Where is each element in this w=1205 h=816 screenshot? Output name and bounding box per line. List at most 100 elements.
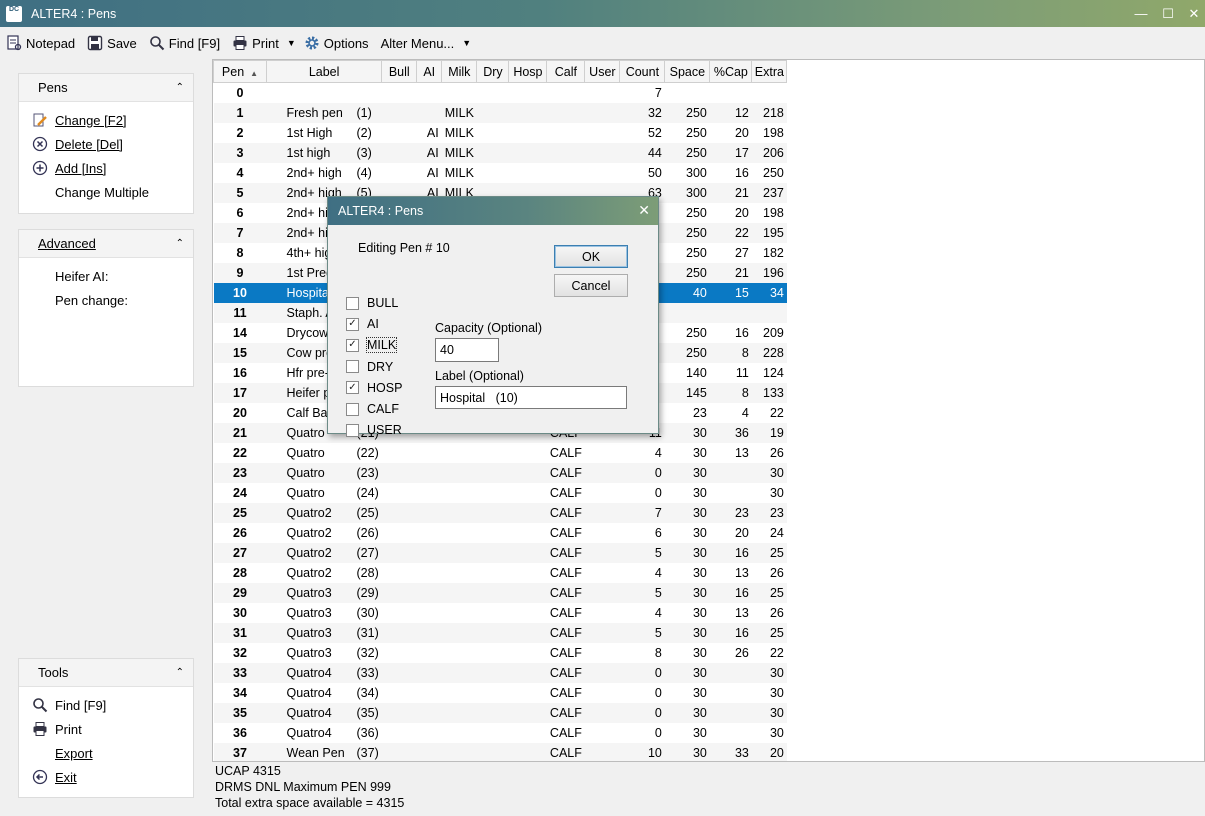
table-row[interactable]: 32 Quatro3 (32) CALF 8 30 26 22 xyxy=(214,643,787,663)
collapse-icon[interactable]: ⌃ xyxy=(176,82,184,93)
table-row[interactable]: 31 Quatro3 (31) CALF 5 30 16 25 xyxy=(213,622,787,643)
column-header-extra[interactable]: Extra xyxy=(751,60,788,83)
tools-print-item[interactable]: Print xyxy=(19,717,193,741)
cell-empty xyxy=(381,582,417,603)
column-header-label: Bull xyxy=(388,64,410,79)
cell-pen: 0 xyxy=(236,85,244,100)
options-button[interactable]: Options xyxy=(304,35,369,51)
table-row[interactable]: 30 Quatro3 (30) CALF 4 30 13 26 xyxy=(214,603,787,623)
column-header-count[interactable]: Count xyxy=(619,60,666,83)
change-pen-item[interactable]: Change [F2] xyxy=(19,108,193,132)
cell-space: 250 xyxy=(686,325,707,340)
cell-empty xyxy=(508,622,547,643)
dialog-close-icon[interactable]: ✕ xyxy=(638,202,650,219)
table-row[interactable]: 24 Quatro (24) CALF 0 30 30 xyxy=(214,483,787,503)
save-button[interactable]: Save xyxy=(87,35,137,51)
print-dropdown-icon[interactable]: ▼ xyxy=(287,38,296,48)
table-row[interactable]: 26 Quatro2 (26) CALF 6 30 20 24 xyxy=(214,523,787,543)
pen-label-number: (26) xyxy=(356,525,379,540)
delete-pen-item[interactable]: Delete [Del] xyxy=(19,132,193,156)
table-row[interactable]: 35 Quatro4 (35) CALF 0 30 30 xyxy=(213,702,787,723)
save-icon xyxy=(87,35,103,51)
status-area: UCAP 4315 DRMS DNL Maximum PEN 999 Total… xyxy=(215,763,404,811)
cell-empty xyxy=(584,502,620,523)
tools-find-item[interactable]: Find [F9] xyxy=(19,693,193,717)
close-icon[interactable]: ✕ xyxy=(1180,0,1205,27)
table-row[interactable]: 37 Wean Pen (37) CALF 10 30 33 20 xyxy=(213,742,787,761)
table-row[interactable]: 4 2nd+ high (4) AI MILK 50 300 16 250 xyxy=(214,163,787,183)
checkbox-bull[interactable]: BULL xyxy=(346,296,398,310)
heifer-ai-item[interactable]: Heifer AI: xyxy=(19,264,193,288)
cell-cap xyxy=(709,462,752,483)
column-header-user[interactable]: User xyxy=(584,60,621,83)
pen-label-number: (36) xyxy=(356,725,379,740)
column-header-space[interactable]: Space xyxy=(664,60,711,83)
add-pen-item[interactable]: Add [Ins] xyxy=(19,156,193,180)
checkbox-label: BULL xyxy=(367,296,399,310)
cell-ai xyxy=(417,443,442,463)
cell-calf: CALF xyxy=(549,445,582,460)
checkbox-user[interactable]: USER xyxy=(346,423,402,437)
column-header-label[interactable]: Label xyxy=(265,60,383,83)
checkbox-ai[interactable]: ✓ AI xyxy=(346,317,379,331)
cell-empty xyxy=(509,483,547,503)
table-row[interactable]: 33 Quatro4 (33) CALF 0 30 30 xyxy=(213,662,787,683)
pens-group-header[interactable]: Pens ⌃ xyxy=(19,74,193,102)
column-header-milk[interactable]: Milk xyxy=(441,60,478,83)
table-row[interactable]: 22 Quatro (22) CALF 4 30 13 26 xyxy=(214,443,787,463)
pen-label-text: Quatro2 xyxy=(286,545,332,560)
table-row[interactable]: 36 Quatro4 (36) CALF 0 30 30 xyxy=(214,723,787,743)
cell-pen: 10 xyxy=(213,282,267,303)
table-row[interactable]: 25 Quatro2 (25) CALF 7 30 23 23 xyxy=(213,502,787,523)
minimize-icon[interactable]: — xyxy=(1127,0,1155,27)
checkbox-dry[interactable]: DRY xyxy=(346,360,393,374)
find-button[interactable]: Find [F9] xyxy=(149,35,220,51)
table-row[interactable]: 29 Quatro3 (29) CALF 5 30 16 25 xyxy=(213,582,787,603)
cell-milk: MILK xyxy=(444,165,474,180)
advanced-group-header[interactable]: Advanced ⌃ xyxy=(19,230,193,258)
cell-empty xyxy=(585,643,620,663)
cell-label: Quatro4 (35) xyxy=(266,702,382,723)
tools-exit-item[interactable]: Exit xyxy=(19,765,193,789)
column-header-pen[interactable]: Pen ▲ xyxy=(213,60,267,83)
table-row[interactable]: 2 1st High (2) AI MILK 52 250 20 198 xyxy=(214,123,787,143)
collapse-icon[interactable]: ⌃ xyxy=(176,238,184,249)
alter-menu-button[interactable]: Alter Menu... xyxy=(381,36,455,51)
pen-label-number: (24) xyxy=(356,485,379,500)
ok-button[interactable]: OK xyxy=(554,245,628,268)
tools-export-item[interactable]: Export xyxy=(19,741,193,765)
column-header-hosp[interactable]: Hosp xyxy=(508,60,548,83)
notepad-button[interactable]: Notepad xyxy=(6,35,75,51)
table-row[interactable]: 1 Fresh pen (1) MILK 32 250 12 218 xyxy=(213,102,787,123)
cell-extra: 196 xyxy=(751,262,787,283)
collapse-icon[interactable]: ⌃ xyxy=(176,667,184,678)
column-header-dry[interactable]: Dry xyxy=(476,60,510,83)
label-input[interactable]: Hospital (10) xyxy=(435,386,627,409)
capacity-input[interactable]: 40 xyxy=(435,338,499,362)
cancel-button[interactable]: Cancel xyxy=(554,274,628,297)
maximize-icon[interactable]: ☐ xyxy=(1154,0,1182,27)
checkbox-milk[interactable]: ✓ MILK xyxy=(346,337,398,354)
checkbox-calf[interactable]: CALF xyxy=(346,402,399,416)
checkbox-hosp[interactable]: ✓ HOSP xyxy=(346,381,402,395)
column-header-ai[interactable]: AI xyxy=(416,60,443,83)
table-row[interactable]: 3 1st high (3) AI MILK 44 250 17 206 xyxy=(213,142,787,163)
table-row[interactable]: 27 Quatro2 (27) CALF 5 30 16 25 xyxy=(213,542,787,563)
table-row[interactable]: 28 Quatro2 (28) CALF 4 30 13 26 xyxy=(214,563,787,583)
tools-group-header[interactable]: Tools ⌃ xyxy=(19,659,193,687)
sort-ascending-icon: ▲ xyxy=(250,68,259,78)
column-header-pct-cap[interactable]: %Cap xyxy=(709,60,753,83)
cell-empty xyxy=(381,702,417,723)
cell-ai xyxy=(416,702,442,723)
table-row[interactable]: 34 Quatro4 (34) CALF 0 30 30 xyxy=(214,683,787,703)
alter-menu-dropdown-icon[interactable]: ▼ xyxy=(462,38,471,48)
column-header-calf[interactable]: Calf xyxy=(546,60,586,83)
pen-change-item[interactable]: Pen change: xyxy=(19,288,193,312)
column-header-bull[interactable]: Bull xyxy=(381,60,418,83)
cell-empty xyxy=(381,142,417,163)
table-row[interactable]: 07 xyxy=(214,83,787,103)
change-multiple-item[interactable]: Change Multiple xyxy=(19,180,193,204)
table-row[interactable]: 23 Quatro (23) CALF 0 30 30 xyxy=(213,462,787,483)
print-button[interactable]: Print xyxy=(232,35,279,51)
cell-empty xyxy=(508,102,547,123)
